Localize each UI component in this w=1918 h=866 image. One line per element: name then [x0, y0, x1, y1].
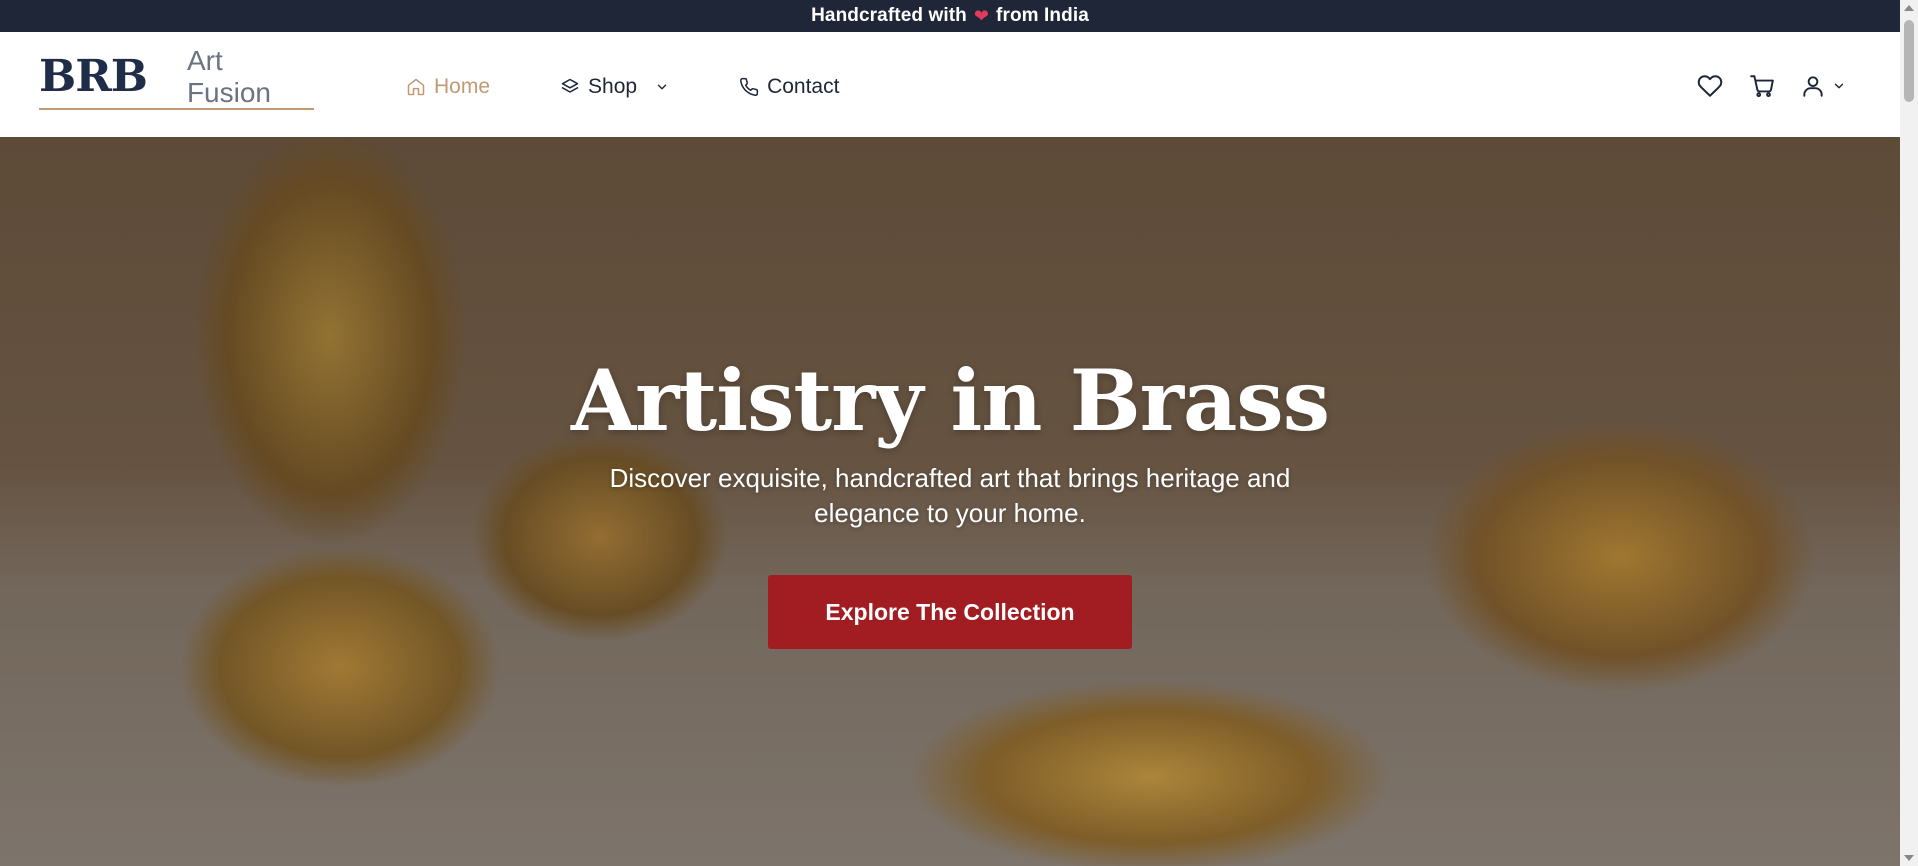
layers-icon: [561, 78, 579, 93]
nav-home-label: Home: [434, 75, 491, 98]
cart-button[interactable]: [1748, 72, 1776, 100]
logo-mark: BRB: [39, 50, 148, 102]
chevron-down-icon: [657, 84, 667, 90]
heart-icon: [1697, 75, 1723, 97]
home-icon: [407, 78, 425, 96]
nav-shop-label: Shop: [588, 75, 638, 98]
phone-icon: [740, 77, 759, 96]
announcement-text-start: Handcrafted with: [811, 5, 967, 26]
nav-contact[interactable]: Contact: [739, 75, 839, 99]
heart-emoji-icon: ❤: [973, 5, 990, 26]
header-actions: [1696, 72, 1846, 100]
hero-subtitle: Discover exquisite, handcrafted art that…: [609, 463, 1291, 529]
scroll-thumb[interactable]: [1904, 20, 1914, 102]
hero-content: Artistry in Brass Discover exquisite, ha…: [0, 351, 1900, 650]
hero-banner: Artistry in Brass Discover exquisite, ha…: [0, 137, 1900, 866]
wishlist-button[interactable]: [1696, 72, 1724, 100]
announcement-text-end: from India: [996, 5, 1089, 26]
nav-shop[interactable]: Shop: [560, 75, 669, 99]
announcement-bar: Handcrafted with ❤ from India: [0, 0, 1900, 32]
logo[interactable]: BRB Art Fusion: [39, 44, 314, 110]
main-nav: Home Shop Contact: [406, 72, 909, 102]
chevron-down-icon: [1834, 83, 1844, 89]
scroll-down-arrow-icon[interactable]: [1904, 855, 1914, 861]
account-menu-button[interactable]: [1800, 73, 1846, 99]
cart-icon: [1750, 75, 1774, 98]
nav-contact-label: Contact: [767, 75, 840, 98]
user-icon: [1803, 76, 1823, 97]
nav-home[interactable]: Home: [406, 75, 490, 99]
site-header: BRB Art Fusion Home Shop Contact: [0, 32, 1900, 137]
explore-collection-button[interactable]: Explore The Collection: [768, 575, 1132, 650]
hero-title: Artistry in Brass: [570, 351, 1330, 450]
logo-subtitle: Art Fusion: [186, 45, 271, 108]
page-scrollbar[interactable]: [1900, 0, 1918, 866]
scroll-up-arrow-icon[interactable]: [1904, 5, 1914, 11]
